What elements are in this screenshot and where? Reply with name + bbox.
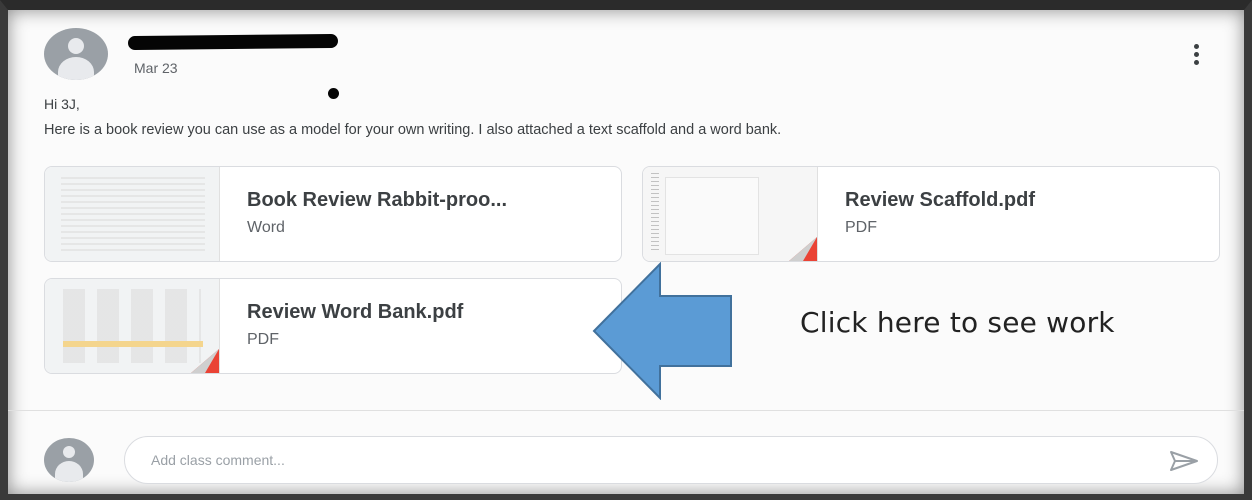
annotation-text: Click here to see work [800, 306, 1115, 339]
send-icon[interactable] [1169, 450, 1199, 472]
pdf-thumbnail [643, 167, 818, 261]
pdf-corner-icon [191, 349, 219, 373]
user-avatar-icon [44, 438, 94, 482]
post-greeting: Hi 3J, [44, 96, 80, 112]
pdf-corner-icon [789, 237, 817, 261]
attachment-card-book-review[interactable]: Book Review Rabbit-proo... Word [44, 166, 622, 262]
attachment-title: Review Scaffold.pdf [845, 189, 1036, 211]
attachment-card-word-bank[interactable]: Review Word Bank.pdf PDF [44, 278, 622, 374]
attachment-type: PDF [845, 219, 877, 236]
redaction-mark [328, 88, 339, 99]
attachment-type: PDF [247, 331, 279, 348]
redacted-author-name [127, 33, 339, 51]
avatar-body [58, 57, 94, 80]
post-date: Mar 23 [134, 60, 178, 76]
avatar-head [68, 38, 84, 54]
left-arrow-icon [592, 262, 732, 400]
post-message: Here is a book review you can use as a m… [44, 122, 782, 138]
class-comment-input[interactable]: Add class comment... [124, 436, 1218, 484]
comment-placeholder: Add class comment... [151, 452, 285, 468]
pdf-thumbnail [45, 279, 220, 373]
attachment-title: Review Word Bank.pdf [247, 301, 464, 323]
attachment-type: Word [247, 219, 285, 236]
word-doc-thumbnail [45, 167, 220, 261]
author-avatar [44, 28, 108, 80]
comment-divider [8, 410, 1244, 411]
more-options-icon[interactable] [1190, 42, 1202, 68]
attachment-title: Book Review Rabbit-proo... [247, 189, 508, 211]
attachment-card-review-scaffold[interactable]: Review Scaffold.pdf PDF [642, 166, 1220, 262]
